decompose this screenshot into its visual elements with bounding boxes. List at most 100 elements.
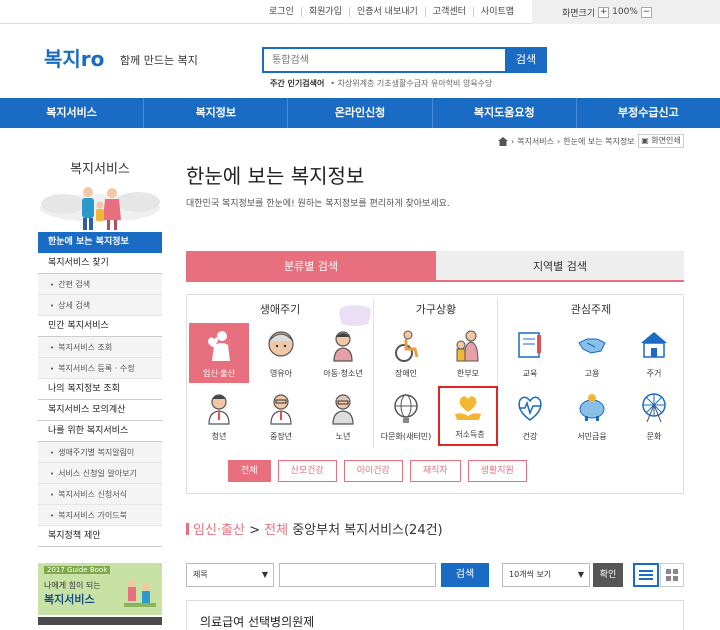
sidebar-subitem[interactable]: 복지서비스 가이드북 [38,505,162,526]
tile-label: 장애인 [394,369,418,378]
grid-view-button[interactable] [660,563,684,587]
sidebar-subitem[interactable]: 서비스 신청일 알아보기 [38,463,162,484]
print-button[interactable]: ▣ 화면인쇄 [638,134,684,148]
tile-housing[interactable]: 주거 [624,323,684,383]
tile-young-adult[interactable]: 청년 [189,386,249,446]
print-icon: ▣ [641,136,649,145]
chip-maternal-health[interactable]: 산모건강 [277,460,337,482]
breadcrumb-sep-icon: › [511,137,515,146]
search-input[interactable] [264,49,505,71]
tile-label: 중장년 [269,432,293,441]
chip-employed[interactable]: 재직자 [409,460,461,482]
sidebar-subitem[interactable]: 간편 검색 [38,274,162,295]
tile-label: 저소득층 [455,430,485,439]
zoom-in-button[interactable]: + [598,6,610,18]
sidebar-item[interactable]: 복지서비스 찾기 [38,253,162,274]
page-size-select[interactable]: 10개씩 보기 ▼ [502,563,590,587]
tile-disabled[interactable]: 장애인 [376,323,436,383]
signup-link[interactable]: 회원가입 [300,7,349,17]
senior-icon [332,394,354,425]
education-icon [518,332,541,358]
result-category: 임신·출산 [193,523,245,538]
heart-hand-icon [455,396,481,420]
piggy-bank-icon [579,394,605,421]
tile-low-income[interactable]: 저소득층 [438,386,498,446]
banner-year: 2017 Guide Book [44,566,111,574]
tile-single-parent[interactable]: 한부모 [438,323,498,383]
list-view-button[interactable] [633,563,659,587]
sidebar-item[interactable]: 민간 복지서비스 [38,316,162,337]
tab-region-search[interactable]: 지역별 검색 [436,251,684,282]
sidebar-item[interactable]: 한눈에 보는 복지정보 [38,232,162,253]
cert-export-link[interactable]: 인증서 내보내기 [348,7,425,17]
sidebar-item[interactable]: 나의 복지정보 조회 [38,379,162,400]
nav-help-request[interactable]: 복지도움요청 [433,98,577,128]
keyword-input[interactable] [279,563,436,587]
sidebar-item[interactable]: 복지서비스 모의계산 [38,400,162,421]
result-item-title[interactable]: 의료급여 선택병의원제 [200,613,314,630]
sidebar-subitem[interactable]: 복지서비스 신청서식 [38,484,162,505]
result-separator: > [244,523,265,538]
tile-label: 주거 [646,369,662,378]
tab-category-search[interactable]: 분류별 검색 [186,251,436,282]
page-size-value: 10개씩 보기 [509,570,552,579]
logo-text: 복지ro [44,47,104,71]
home-icon[interactable] [498,137,508,146]
tile-child-youth[interactable]: 아동·청소년 [313,323,373,383]
chevron-down-icon: ▼ [577,570,584,579]
sidebar-subitem[interactable]: 상세 검색 [38,295,162,316]
result-heading: 임신·출산 > 전체 중앙부처 복지서비스(24건) [186,519,443,538]
tile-middle-aged[interactable]: 중장년 [251,386,311,446]
main-nav: 복지서비스 복지정보 온라인신청 복지도움요청 부정수급신고 [0,98,720,128]
tile-finance[interactable]: 서민금융 [562,386,622,446]
chevron-down-icon: ▼ [261,570,268,579]
site-logo[interactable]: 복지ro [44,44,116,74]
result-summary: 중앙부처 복지서비스(24건) [288,523,443,538]
sub-filter-chips: 전체 산모건강 아이건강 재직자 생활지원 [228,460,527,482]
tile-senior[interactable]: 노년 [313,386,373,446]
chip-child-health[interactable]: 아이건강 [343,460,403,482]
keyword-search-button[interactable]: 검색 [441,563,489,587]
sort-field-select[interactable]: 제목 ▼ [186,563,274,587]
sort-field-value: 제목 [193,570,208,579]
chip-living-support[interactable]: 생활지원 [467,460,527,482]
sidebar-subitem[interactable]: 복지서비스 등록 · 수정 [38,358,162,379]
nav-fraud-report[interactable]: 부정수급신고 [577,98,720,128]
tile-pregnancy[interactable]: 임신·출산 [189,323,249,383]
sidebar-subitem[interactable]: 복지서비스 조회 [38,337,162,358]
chip-all[interactable]: 전체 [228,460,271,482]
tile-health[interactable]: 건강 [500,386,560,446]
tile-label: 건강 [522,432,538,441]
banner-figures-icon [124,579,156,607]
tile-label: 문화 [646,432,662,441]
guidebook-banner[interactable]: 2017 Guide Book 나에게 힘이 되는 복지서비스 [38,563,162,615]
breadcrumb-item[interactable]: 복지서비스 [517,136,554,147]
tile-label: 교육 [522,369,538,378]
top-utility-bar: 로그인 회원가입 인증서 내보내기 고객센터 사이트맵 화면크기 + 100% … [0,0,720,24]
list-icon [639,570,653,580]
tile-label: 노년 [335,432,351,441]
nav-online-apply[interactable]: 온라인신청 [288,98,433,128]
tile-employment[interactable]: 고용 [562,323,622,383]
confirm-button[interactable]: 확인 [593,563,623,587]
sitemap-link[interactable]: 사이트맵 [472,7,521,17]
customer-center-link[interactable]: 고객센터 [424,7,473,17]
nav-welfare-service[interactable]: 복지서비스 [0,98,145,128]
result-subcategory: 전체 [264,523,289,538]
search-button[interactable]: 검색 [505,47,547,73]
login-link[interactable]: 로그인 [262,7,301,17]
tile-infant[interactable]: 영유아 [251,323,311,383]
sidebar-subitem[interactable]: 생애주기별 복지알림이 [38,442,162,463]
tile-culture[interactable]: 문화 [624,386,684,446]
tile-multicultural[interactable]: 다문화(새터민) [376,386,436,446]
sidebar-item[interactable]: 나를 위한 복지서비스 [38,421,162,442]
tile-education[interactable]: 교육 [500,323,560,383]
breadcrumb-current: 한눈에 보는 복지정보 [563,137,635,146]
zoom-out-button[interactable]: − [640,6,652,18]
heading-bar [186,523,189,535]
middle-aged-icon [270,394,292,425]
nav-welfare-info[interactable]: 복지정보 [144,98,289,128]
popular-term-list[interactable]: • 차상위계층 기초생활수급자 유아학비 양육수당 [330,79,492,88]
child-icon [333,331,353,362]
sidebar-item[interactable]: 복지정책 제안 [38,526,162,547]
